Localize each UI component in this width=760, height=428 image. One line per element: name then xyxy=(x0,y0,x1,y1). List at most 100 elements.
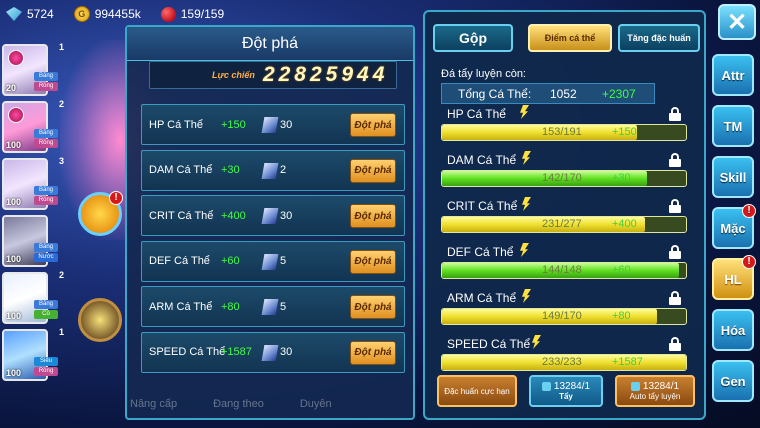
extreme-training-button[interactable]: Đặc huấn cực hạn xyxy=(437,375,517,407)
stat-bonus: +30 xyxy=(612,172,631,184)
stat-bar: 233/233 +1587 xyxy=(441,354,687,371)
pet-element-tag: Băng xyxy=(34,243,58,252)
pet-count: 1 xyxy=(58,327,64,337)
tab-merge[interactable]: Gộp xyxy=(433,24,513,52)
cost-value: 5 xyxy=(280,300,287,313)
stat-bonus: +150 xyxy=(221,118,246,131)
breakthrough-button[interactable]: Đột phá xyxy=(350,113,396,137)
pet-slot[interactable]: 1 20 Băng Rồng xyxy=(2,42,64,96)
auto-reroll-label: Auto tẩy luyện xyxy=(629,392,681,401)
tab-individual-points[interactable]: Điểm cá thể xyxy=(528,24,612,52)
auto-reroll-button[interactable]: 13284/1 Auto tẩy luyện xyxy=(615,375,695,407)
panel-title: Đột phá xyxy=(127,27,413,61)
pet-slot[interactable]: 2 100 Băng Cỏ xyxy=(2,270,64,324)
background-tabs: Nâng cấp Đang theo Duyên xyxy=(130,398,332,410)
pet-type-tag: Rồng xyxy=(34,139,58,148)
total-label: Tổng Cá Thể: xyxy=(458,86,532,101)
stat-name: DAM Cá Thể xyxy=(447,153,517,167)
training-panel: Gộp Điểm cá thể Tăng đặc huấn Đá tẩy luy… xyxy=(423,10,706,420)
cost-value: 5 xyxy=(280,255,287,267)
menu-evolve-button[interactable]: Hóa xyxy=(712,309,754,351)
pet-slot[interactable]: 3 100 Băng Rồng xyxy=(2,156,64,210)
pet-slot[interactable]: 2 100 Băng Rồng xyxy=(2,99,64,153)
reroll-label: Tẩy xyxy=(559,392,573,401)
lock-icon[interactable] xyxy=(669,199,681,213)
breakthrough-button[interactable]: Đột phá xyxy=(350,340,396,365)
breakthrough-button[interactable]: Đột phá xyxy=(350,249,396,274)
lock-icon[interactable] xyxy=(669,153,681,167)
menu-attr-button[interactable]: Attr xyxy=(712,54,754,96)
stat-bars: HP Cá Thể 153/191 +150 DAM Cá Thể 142/17… xyxy=(441,105,689,383)
stat-value: 144/148 xyxy=(542,264,582,276)
gem-resource: 5724 xyxy=(6,7,54,21)
selected-badge-icon xyxy=(8,107,24,123)
lock-icon[interactable] xyxy=(669,291,681,305)
menu-label: Attr xyxy=(721,67,745,83)
lock-icon[interactable] xyxy=(669,245,681,259)
lock-chest-button[interactable]: ! xyxy=(78,191,123,236)
stat-name: SPEED Cá Thể xyxy=(149,346,226,358)
skill-orb-button[interactable] xyxy=(78,298,122,342)
stamina-resource: 159/159 xyxy=(160,6,224,22)
pet-element-tag: Băng xyxy=(34,129,58,138)
book-icon xyxy=(261,253,279,270)
lightning-icon xyxy=(522,289,531,303)
breakthrough-button[interactable]: Đột phá xyxy=(350,295,396,319)
stat-bonus: +80 xyxy=(221,300,240,313)
pet-type-tag: Nước xyxy=(34,253,58,262)
lightning-icon xyxy=(520,105,529,119)
menu-hl-button[interactable]: HL! xyxy=(712,255,756,300)
cost-value: 30 xyxy=(280,209,293,222)
breakthrough-button[interactable]: Đột phá xyxy=(350,158,396,183)
coin-icon: G xyxy=(73,6,90,22)
book-icon xyxy=(261,299,279,315)
coin-resource: G 994455k xyxy=(73,6,141,22)
tab-special-training[interactable]: Tăng đặc huấn xyxy=(618,24,700,52)
alert-icon: ! xyxy=(742,255,756,269)
apple-icon xyxy=(160,6,176,22)
pet-slot[interactable]: 1 100 Siêu Rồng xyxy=(2,327,64,381)
power-value: 22825944 xyxy=(262,63,389,86)
pet-element-tag: Băng xyxy=(34,300,58,309)
stat-name: DEF Cá Thể xyxy=(149,255,210,267)
lightning-icon xyxy=(522,151,531,165)
stat-name: ARM Cá Thể xyxy=(149,300,213,313)
menu-label: Hóa xyxy=(720,322,746,338)
close-button[interactable]: ✕ xyxy=(718,4,756,40)
stat-value: 231/277 xyxy=(542,218,582,230)
stat-bar: 149/170 +80 xyxy=(441,308,687,325)
stat-name: CRIT Cá Thể xyxy=(149,209,214,222)
lock-icon[interactable] xyxy=(669,107,681,121)
menu-gen-button[interactable]: Gen xyxy=(712,360,754,402)
stat-name: HP Cá Thể xyxy=(447,107,506,121)
alert-icon: ! xyxy=(109,191,123,205)
lock-icon[interactable] xyxy=(669,337,681,351)
stone-icon xyxy=(630,382,640,391)
menu-label: Skill xyxy=(719,169,747,185)
close-icon: ✕ xyxy=(726,8,748,36)
stat-bonus: +60 xyxy=(221,255,240,267)
reroll-button[interactable]: 13284/1 Tẩy xyxy=(529,375,603,407)
selected-badge-icon xyxy=(8,50,24,66)
stat-name: SPEED Cá Thể xyxy=(447,337,531,351)
cost-value: 30 xyxy=(280,118,293,131)
breakthrough-row: SPEED Cá Thể +1587 30 Đột phá xyxy=(141,331,405,373)
menu-label: HL xyxy=(724,271,742,287)
breakthrough-row: DAM Cá Thể +30 2 Đột phá xyxy=(141,149,405,191)
menu-equip-button[interactable]: Mặc! xyxy=(712,204,756,249)
pet-level: 100 xyxy=(6,311,22,321)
stat-row: HP Cá Thể 153/191 +150 xyxy=(441,105,689,153)
stat-bar: 231/277 +400 xyxy=(441,216,687,233)
total-individual: Tổng Cá Thể: 1052 +2307 xyxy=(441,83,655,104)
stat-name: HP Cá Thể xyxy=(149,118,204,131)
pet-slot[interactable]: 100 Băng Nước xyxy=(2,215,58,267)
stat-row: DEF Cá Thể 144/148 +60 xyxy=(441,243,689,291)
breakthrough-row: DEF Cá Thể +60 5 Đột phá xyxy=(141,240,405,282)
menu-tm-button[interactable]: TM xyxy=(712,105,754,147)
breakthrough-button[interactable]: Đột phá xyxy=(350,204,396,228)
stat-bonus: +400 xyxy=(612,218,637,230)
menu-skill-button[interactable]: Skill xyxy=(712,156,754,198)
pet-element-tag: Băng xyxy=(34,72,58,81)
extreme-training-label: Đặc huấn cực hạn xyxy=(444,386,510,396)
stat-bar: 144/148 +60 xyxy=(441,262,687,279)
